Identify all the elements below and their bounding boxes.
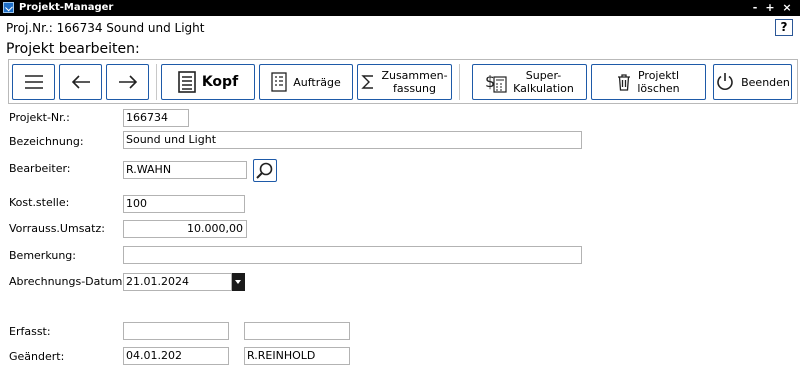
geaendert-date-field[interactable]: 04.01.202 — [123, 347, 229, 365]
beenden-label: Beenden — [741, 75, 790, 89]
erfasst-user-field[interactable] — [244, 322, 350, 340]
auftraege-button[interactable]: Aufträge — [259, 64, 353, 100]
sigma-icon — [361, 75, 374, 89]
window-title: Projekt-Manager — [19, 2, 114, 13]
zusammenfassung-label: Zusammen- fassung — [381, 69, 448, 95]
kopf-button[interactable]: Kopf — [161, 64, 255, 100]
date-dropdown-button[interactable] — [232, 273, 245, 291]
bearbeiter-label: Bearbeiter: — [9, 162, 71, 175]
projekt-nr-field[interactable]: 166734 — [123, 109, 189, 127]
geaendert-user-field[interactable]: R.REINHOLD — [244, 347, 350, 365]
projekt-nr-label: Projekt-Nr.: — [9, 111, 70, 124]
close-button[interactable]: × — [780, 0, 794, 16]
umsatz-field[interactable]: 10.000,00 — [123, 220, 247, 238]
geaendert-label: Geändert: — [9, 350, 65, 363]
projekt-loeschen-label: Projektl löschen — [637, 69, 680, 95]
search-bearbeiter-button[interactable] — [253, 159, 277, 182]
help-icon: ? — [780, 20, 788, 34]
search-icon — [256, 162, 273, 179]
projekt-loeschen-button[interactable]: Projektl löschen — [591, 64, 706, 100]
minimize-button[interactable]: - — [748, 0, 762, 16]
project-info: Proj.Nr.: 166734 Sound und Light — [6, 21, 205, 35]
page-title: Projekt bearbeiten: — [6, 41, 140, 57]
menu-button[interactable] — [12, 64, 55, 100]
bemerkung-field[interactable] — [123, 246, 582, 264]
erfasst-label: Erfasst: — [9, 325, 51, 338]
kostenstelle-label: Kost.stelle: — [9, 196, 70, 209]
bezeichnung-label: Bezeichnung: — [9, 135, 84, 148]
bearbeiter-field[interactable]: R.WAHN — [123, 161, 247, 179]
kostenstelle-field[interactable]: 100 — [123, 195, 245, 213]
superkalkulation-button[interactable]: $ Super- Kalkulation — [472, 64, 587, 100]
toolbar-separator — [156, 64, 157, 100]
auftraege-label: Aufträge — [293, 75, 341, 89]
power-icon — [717, 73, 733, 90]
app-icon — [3, 2, 14, 13]
superkalkulation-label: Super- Kalkulation — [513, 69, 574, 95]
bemerkung-label: Bemerkung: — [9, 249, 76, 262]
title-bar: Projekt-Manager - + × — [0, 0, 800, 16]
umsatz-label: Vorrauss.Umsatz: — [9, 222, 105, 235]
trash-icon — [618, 74, 631, 91]
toolbar: Kopf Aufträge Zusammen- fassung $ Super-… — [8, 59, 798, 104]
hamburger-icon — [24, 75, 43, 89]
list-icon — [271, 72, 287, 92]
kopf-label: Kopf — [201, 73, 239, 90]
erfasst-date-field[interactable] — [123, 322, 229, 340]
abrechnungsdatum-field[interactable]: 21.01.2024 — [123, 273, 232, 291]
document-icon — [178, 71, 196, 93]
toolbar-separator — [459, 64, 460, 100]
arrow-left-icon — [71, 75, 90, 89]
help-button[interactable]: ? — [775, 19, 793, 36]
arrow-right-icon — [118, 75, 137, 89]
calculator-icon: $ — [485, 72, 507, 93]
zusammenfassung-button[interactable]: Zusammen- fassung — [357, 64, 452, 100]
bezeichnung-field[interactable]: Sound und Light — [123, 131, 582, 149]
maximize-button[interactable]: + — [763, 0, 777, 16]
abrechnungsdatum-label: Abrechnungs-Datum: — [9, 275, 127, 288]
back-button[interactable] — [59, 64, 102, 100]
forward-button[interactable] — [106, 64, 149, 100]
beenden-button[interactable]: Beenden — [713, 64, 792, 100]
